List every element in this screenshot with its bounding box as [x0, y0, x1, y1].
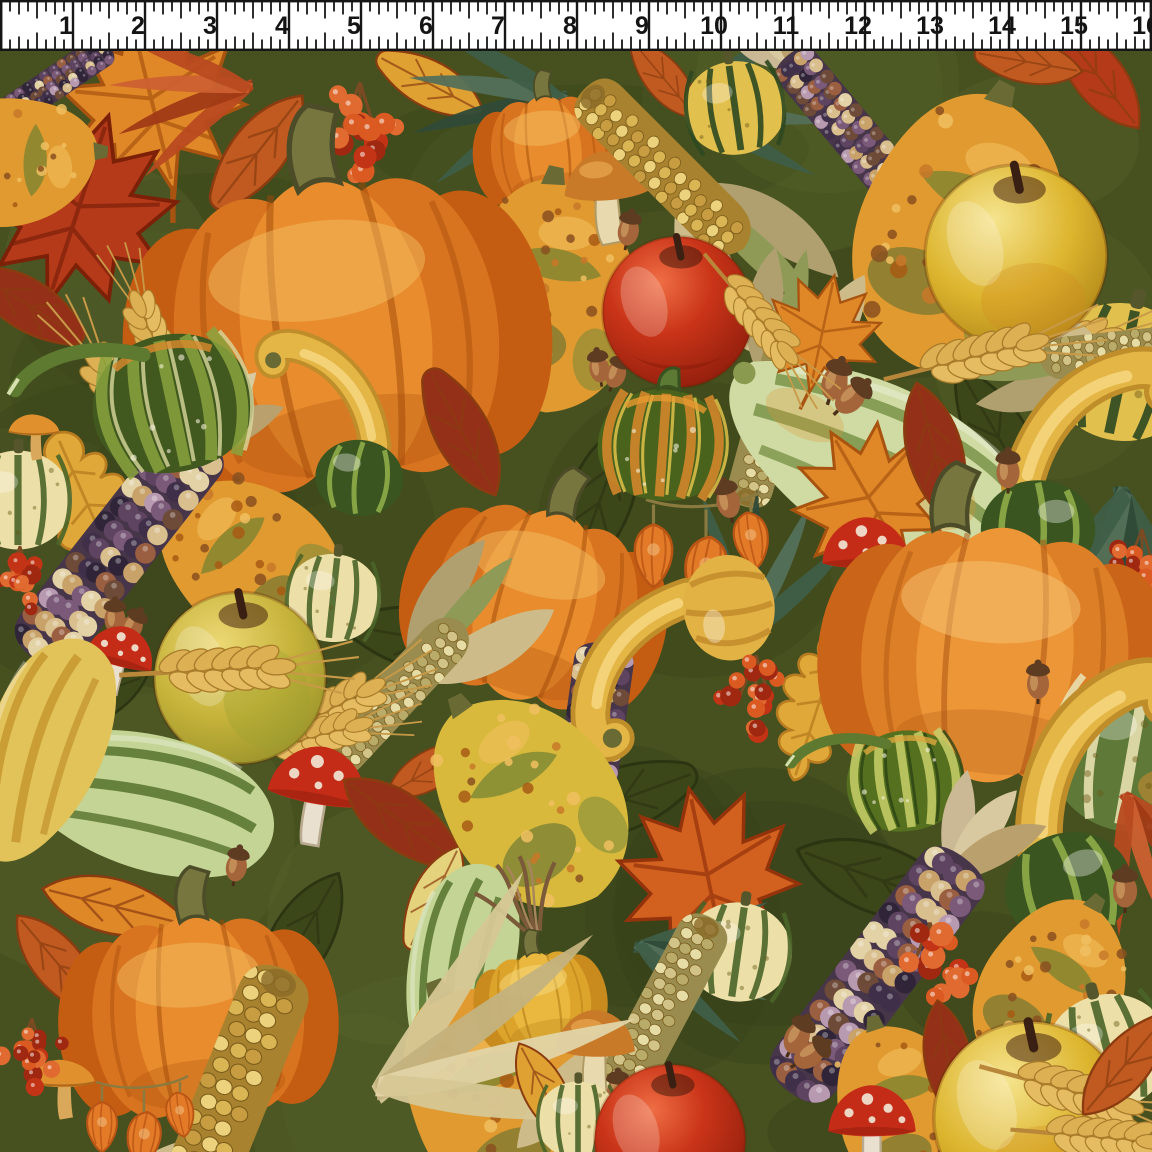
apple: [925, 165, 1107, 347]
ruler-number: 14: [988, 12, 1016, 40]
fabric-swatch-photo: 12345678910111213141516: [0, 0, 1152, 1152]
ruler-number: 16: [1132, 12, 1152, 40]
ruler-number: 2: [131, 12, 145, 40]
ruler-number: 8: [563, 12, 577, 40]
ruler: 12345678910111213141516: [0, 0, 1152, 51]
ruler-number: 11: [773, 12, 800, 40]
ruler-number: 5: [347, 12, 361, 40]
ruler-number: 12: [844, 12, 872, 40]
fabric-pattern-art: [0, 0, 1152, 1152]
ruler-number: 3: [203, 12, 217, 40]
ruler-number: 1: [59, 12, 73, 40]
ruler-number: 9: [635, 12, 649, 40]
ruler-number: 7: [491, 12, 505, 40]
ruler-number: 13: [916, 12, 944, 40]
ruler-number: 6: [419, 12, 433, 40]
ruler-number: 10: [700, 12, 728, 40]
ruler-number: 15: [1060, 12, 1088, 40]
ruler-number: 4: [275, 12, 289, 40]
